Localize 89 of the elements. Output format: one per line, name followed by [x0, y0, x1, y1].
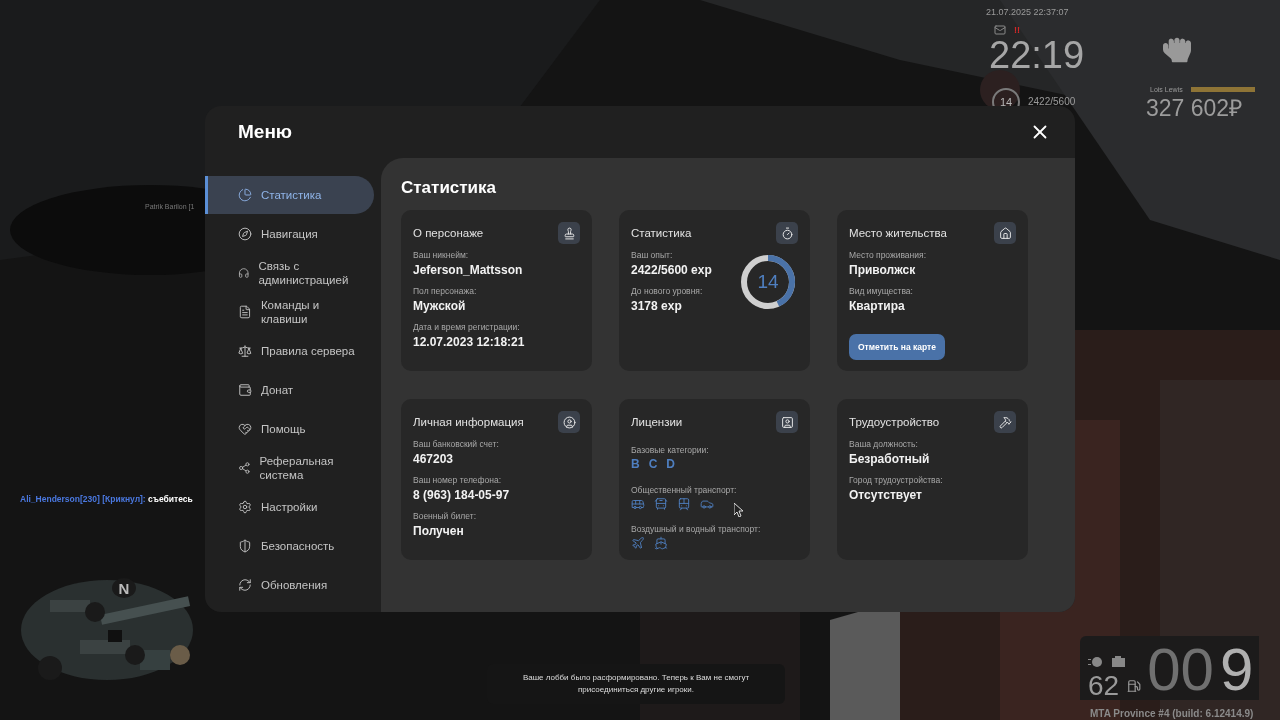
scales-icon: [238, 344, 252, 358]
field-label: Ваша должность:: [849, 439, 919, 449]
house-icon: [994, 222, 1016, 244]
engine-icon: [1110, 656, 1128, 668]
card-title: О персонаже: [413, 227, 484, 239]
field-value: Приволжск: [849, 263, 917, 277]
field-value: Отсутствует: [849, 488, 923, 502]
field-label: Дата и время регистрации:: [413, 322, 521, 332]
bus-icon: [631, 497, 645, 511]
gear-icon: [238, 500, 252, 514]
license-category: D: [666, 457, 675, 471]
field-value: Получен: [413, 524, 465, 538]
alert-mark: !!: [1014, 25, 1020, 35]
field-label: Пол персонажа:: [413, 286, 478, 296]
sidebar-item[interactable]: Донат: [205, 371, 374, 409]
bus-front-icon: [654, 497, 668, 511]
level-number: 14: [757, 271, 779, 293]
fuel-icon: [1127, 679, 1142, 693]
plane-icon: [631, 536, 645, 550]
field-label: До нового уровня:: [631, 286, 704, 296]
field-value: Безработный: [849, 452, 931, 466]
card-title: Место жительства: [849, 227, 947, 239]
build-info: MTA Province #4 (build: 6.12414.9): [1090, 709, 1254, 719]
sidebar-item[interactable]: Связь с администрацией: [205, 254, 374, 292]
field-value: 2422/5600 exp: [631, 263, 712, 277]
ship-icon: [654, 536, 668, 550]
field-value: 467203: [413, 452, 455, 466]
id-card-icon: [776, 411, 798, 433]
field-label: Ваш банковский счет:: [413, 439, 500, 449]
card-title: Личная информация: [413, 416, 524, 428]
field-value: 12.07.2023 12:18:21: [413, 335, 526, 349]
heart-hands-icon: [238, 422, 252, 436]
sidebar-item[interactable]: Правила сервера: [205, 332, 374, 370]
odometer: 9: [1219, 640, 1254, 700]
field-label: Место проживания:: [849, 250, 927, 260]
group-label: Базовые категории:: [631, 445, 709, 455]
field-value: Jeferson_Mattsson: [413, 263, 524, 277]
odometer-dim: 00: [1147, 640, 1214, 700]
card-title: Лицензии: [631, 416, 683, 428]
card-title: Статистика: [631, 227, 692, 239]
fist-icon: [1163, 36, 1191, 64]
field-value: Квартира: [849, 299, 906, 313]
clock: 22:19: [989, 36, 1085, 74]
sidebar-item[interactable]: Реферальная система: [205, 449, 374, 487]
group-label: Воздушный и водный транспорт:: [631, 524, 761, 534]
sidebar-item[interactable]: Помощь: [205, 410, 374, 448]
sidebar-item[interactable]: Безопасность: [205, 527, 374, 565]
license-category: C: [648, 457, 658, 471]
field-label: Ваш номер телефона:: [413, 475, 503, 485]
field-label: Вид имущества:: [849, 286, 914, 296]
stamp-icon: [558, 222, 580, 244]
hammer-icon: [994, 411, 1016, 433]
page-title: Статистика: [401, 178, 498, 198]
sidebar-item[interactable]: Навигация: [205, 215, 374, 253]
date-time: 21.07.2025 22:37:07: [986, 8, 1069, 17]
mark-on-map-button[interactable]: Отметить на карте: [849, 334, 945, 360]
field-value: 8 (963) 184-05-97: [413, 488, 511, 502]
wallet-icon: [238, 383, 252, 397]
cursor-icon: [734, 503, 744, 517]
field-label: Ваш опыт:: [631, 250, 674, 260]
money: 327 602₽: [1146, 97, 1243, 120]
document-icon: [238, 305, 252, 319]
refresh-icon: [238, 578, 252, 592]
sidebar-item[interactable]: Настройки: [205, 488, 374, 526]
sidebar-item[interactable]: Обновления: [205, 566, 374, 604]
timer-icon: [776, 222, 798, 244]
mail-icon: [994, 24, 1006, 36]
shield-icon: [238, 539, 252, 553]
nodes-icon: [238, 461, 251, 475]
group-label: Общественный транспорт:: [631, 485, 737, 495]
field-value: 3178 exp: [631, 299, 683, 313]
speed: 62: [1088, 672, 1120, 700]
exp-counter: 2422/5600: [1028, 97, 1076, 107]
field-label: Военный билет:: [413, 511, 477, 521]
field-value: Мужской: [413, 299, 467, 313]
field-label: Город трудоустройства:: [849, 475, 944, 485]
chat-message: Ali_Henderson[230] [Крикнул]: съебитесь: [20, 494, 193, 504]
sidebar-item[interactable]: Статистика: [205, 176, 374, 214]
headlight-icon: [1088, 657, 1102, 667]
license-category: B: [631, 457, 640, 471]
sidebar-item[interactable]: Команды и клавиши: [205, 293, 374, 331]
window-title: Меню: [238, 121, 293, 143]
field-label: Ваш никнейм:: [413, 250, 470, 260]
card-title: Трудоустройство: [849, 416, 940, 428]
car-icon: [700, 497, 714, 511]
pie-chart-icon: [238, 188, 252, 202]
headset-icon: [238, 266, 250, 280]
tram-icon: [677, 497, 691, 511]
compass-icon: [238, 227, 252, 241]
